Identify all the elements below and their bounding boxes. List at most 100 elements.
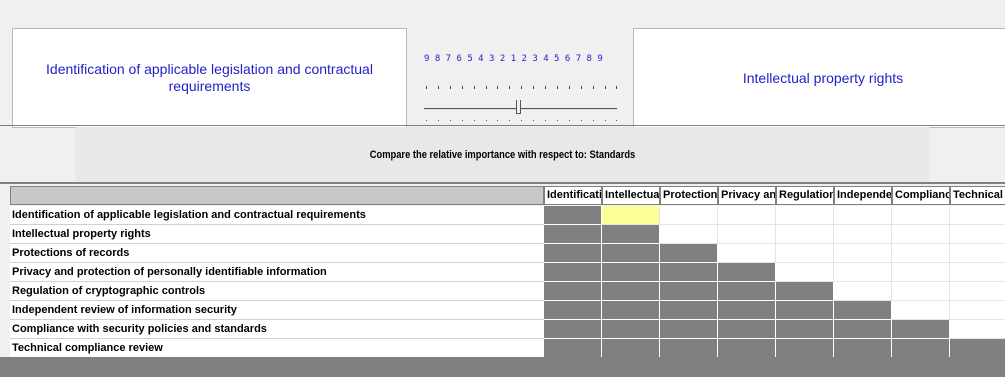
matrix-cell[interactable]: [950, 244, 1005, 263]
bottom-bar: [0, 357, 1005, 377]
matrix-cell[interactable]: [544, 320, 602, 339]
matrix-cell[interactable]: [544, 263, 602, 282]
column-header[interactable]: Protections: [660, 186, 718, 205]
matrix-cell[interactable]: [892, 320, 950, 339]
matrix-cell[interactable]: [892, 301, 950, 320]
column-header[interactable]: Technical c: [950, 186, 1005, 205]
matrix-cell[interactable]: [892, 206, 950, 225]
matrix-cell[interactable]: [718, 282, 776, 301]
matrix-cell[interactable]: [834, 301, 892, 320]
scale-dot: [604, 120, 606, 121]
matrix-cell[interactable]: [776, 301, 834, 320]
matrix-cell[interactable]: [834, 339, 892, 358]
matrix-cell[interactable]: [718, 263, 776, 282]
matrix-cell[interactable]: [776, 282, 834, 301]
matrix-cell[interactable]: [950, 225, 1005, 244]
column-header[interactable]: Regulation: [776, 186, 834, 205]
separator: [0, 125, 1005, 126]
matrix-cell[interactable]: [544, 225, 602, 244]
matrix-cell[interactable]: [950, 301, 1005, 320]
scale-dot: [449, 120, 451, 121]
matrix-cell[interactable]: [834, 282, 892, 301]
comparison-prompt: Compare the relative importance with res…: [75, 127, 930, 182]
matrix-cell[interactable]: [602, 282, 660, 301]
scale-dot: [437, 120, 439, 121]
matrix-cell[interactable]: [544, 282, 602, 301]
matrix-cell[interactable]: [834, 263, 892, 282]
matrix-cell[interactable]: [776, 339, 834, 358]
matrix-cell[interactable]: [602, 263, 660, 282]
matrix-cell[interactable]: [834, 244, 892, 263]
matrix-cell[interactable]: [660, 301, 718, 320]
matrix-cell[interactable]: [718, 301, 776, 320]
matrix-cell[interactable]: [660, 320, 718, 339]
matrix-cell[interactable]: [776, 263, 834, 282]
matrix-cell[interactable]: [660, 244, 718, 263]
matrix-cell[interactable]: [834, 225, 892, 244]
scale-dot: [568, 120, 570, 121]
matrix-cell[interactable]: [602, 244, 660, 263]
matrix-cell[interactable]: [544, 339, 602, 358]
scale-tick: [461, 86, 463, 89]
row-label[interactable]: Compliance with security policies and st…: [10, 320, 544, 339]
matrix-cell[interactable]: [660, 263, 718, 282]
scale-dot: [485, 120, 487, 121]
row-label[interactable]: Regulation of cryptographic controls: [10, 282, 544, 301]
matrix-cell[interactable]: [718, 225, 776, 244]
matrix-cell[interactable]: [544, 244, 602, 263]
scale-dot: [521, 120, 523, 121]
matrix-cell[interactable]: [718, 206, 776, 225]
row-label[interactable]: Intellectual property rights: [10, 225, 544, 244]
column-header[interactable]: Complianc: [892, 186, 950, 205]
matrix-cell[interactable]: [834, 320, 892, 339]
row-label[interactable]: Identification of applicable legislation…: [10, 206, 544, 225]
matrix-cell[interactable]: [950, 282, 1005, 301]
matrix-cell[interactable]: [834, 206, 892, 225]
matrix-cell[interactable]: [602, 206, 660, 225]
matrix-cell[interactable]: [950, 339, 1005, 358]
slider-thumb[interactable]: [516, 100, 521, 114]
row-label[interactable]: Independent review of information securi…: [10, 301, 544, 320]
matrix-cell[interactable]: [660, 339, 718, 358]
row-label[interactable]: Protections of records: [10, 244, 544, 263]
matrix-cell[interactable]: [892, 263, 950, 282]
matrix-cell[interactable]: [892, 339, 950, 358]
matrix-cell[interactable]: [602, 339, 660, 358]
matrix-cell[interactable]: [718, 244, 776, 263]
matrix-cell[interactable]: [892, 282, 950, 301]
scale-tick: [545, 86, 546, 89]
column-header[interactable]: Intellectual: [602, 186, 660, 205]
column-header[interactable]: Identificati: [544, 186, 602, 205]
row-label[interactable]: Technical compliance review: [10, 339, 544, 358]
matrix-cell[interactable]: [776, 225, 834, 244]
scale-dot: [616, 120, 618, 121]
matrix-row: Technical compliance review: [10, 339, 1005, 358]
top-strip: [0, 0, 1005, 10]
column-header[interactable]: Privacy an: [718, 186, 776, 205]
scale-tick: [509, 86, 511, 89]
scale-tick: [533, 86, 535, 89]
scale-dot: [533, 120, 535, 121]
matrix-cell[interactable]: [544, 301, 602, 320]
matrix-cell[interactable]: [544, 206, 602, 225]
matrix-cell[interactable]: [602, 301, 660, 320]
matrix-cell[interactable]: [950, 206, 1005, 225]
matrix-cell[interactable]: [776, 244, 834, 263]
row-label[interactable]: Privacy and protection of personally ide…: [10, 263, 544, 282]
matrix-cell[interactable]: [718, 320, 776, 339]
column-header[interactable]: Independe: [834, 186, 892, 205]
matrix-cell[interactable]: [776, 206, 834, 225]
left-criterion-label: Identification of applicable legislation…: [46, 61, 373, 94]
matrix-cell[interactable]: [660, 206, 718, 225]
matrix-cell[interactable]: [660, 225, 718, 244]
matrix-cell[interactable]: [602, 320, 660, 339]
scale-dot: [473, 120, 475, 121]
matrix-cell[interactable]: [892, 225, 950, 244]
matrix-cell[interactable]: [602, 225, 660, 244]
matrix-cell[interactable]: [660, 282, 718, 301]
matrix-cell[interactable]: [776, 320, 834, 339]
matrix-cell[interactable]: [892, 244, 950, 263]
matrix-cell[interactable]: [950, 263, 1005, 282]
matrix-cell[interactable]: [950, 320, 1005, 339]
matrix-cell[interactable]: [718, 339, 776, 358]
